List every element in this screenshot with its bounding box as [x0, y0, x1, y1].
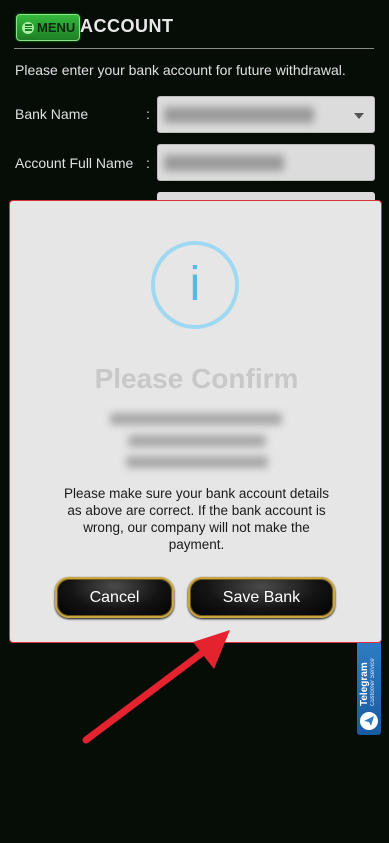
menu-button[interactable]: MENU	[16, 14, 80, 41]
customer-service-label: Customer Service	[370, 658, 376, 706]
header-divider	[14, 48, 374, 49]
info-glyph: i	[189, 258, 201, 311]
cancel-button[interactable]: Cancel	[55, 577, 174, 618]
header: MENU ACCOUNT	[0, 0, 389, 50]
bank-name-colon: :	[146, 106, 150, 122]
blurred-bank-detail	[128, 435, 266, 447]
telegram-customer-service-tab[interactable]: Telegram Customer Service	[357, 640, 381, 735]
blurred-bank-detail	[110, 413, 282, 425]
telegram-icon	[360, 712, 378, 730]
save-bank-button[interactable]: Save Bank	[188, 577, 335, 618]
form-instructions: Please enter your bank account for futur…	[15, 62, 346, 78]
menu-icon	[22, 21, 34, 34]
page-title: ACCOUNT	[80, 16, 174, 36]
dialog-title: Please Confirm	[94, 363, 299, 394]
bank-name-label: Bank Name	[15, 106, 89, 122]
dialog-message: Please make sure your bank account detai…	[64, 486, 329, 552]
account-full-name-field[interactable]	[157, 144, 375, 181]
telegram-label: Telegram	[359, 662, 370, 706]
blurred-bank-detail	[126, 456, 268, 468]
page: MENU ACCOUNT Please enter your bank acco…	[0, 0, 389, 843]
chevron-down-icon	[354, 113, 364, 119]
blurred-account-name	[164, 155, 284, 171]
confirm-dialog: i Please Confirm Please make sure your b…	[9, 200, 382, 643]
menu-label: MENU	[37, 20, 76, 35]
account-full-name-colon: :	[146, 155, 150, 171]
info-icon: i	[151, 241, 239, 329]
account-full-name-label: Account Full Name	[15, 155, 134, 171]
blurred-bank-name	[164, 107, 314, 123]
bank-name-select[interactable]	[157, 96, 375, 133]
